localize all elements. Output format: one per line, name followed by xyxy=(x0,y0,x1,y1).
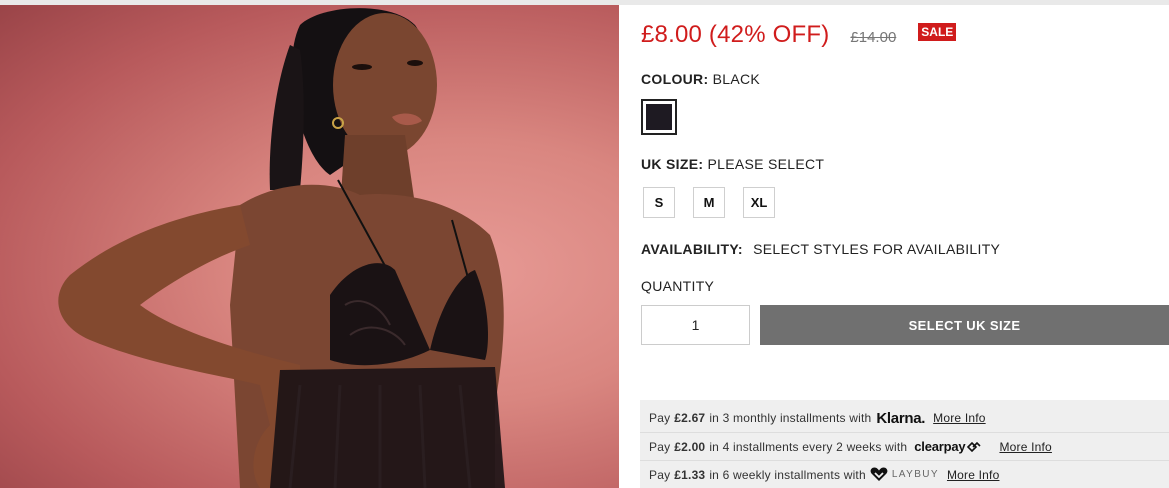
colour-label: COLOUR: BLACK xyxy=(641,71,760,87)
size-option-s[interactable]: S xyxy=(643,187,675,218)
product-image[interactable] xyxy=(0,5,619,488)
availability-label-key: AVAILABILITY: xyxy=(641,241,743,257)
colour-swatch-black[interactable] xyxy=(641,99,677,135)
size-label-key: UK SIZE: xyxy=(641,156,704,172)
pay-amount: £2.67 xyxy=(674,411,706,425)
clearpay-logo-text: clearpay xyxy=(914,439,966,454)
pay-prefix: Pay xyxy=(649,439,671,454)
laybuy-more-info-link[interactable]: More Info xyxy=(947,468,1000,482)
klarna-logo: Klarna. xyxy=(876,409,926,427)
original-price: £14.00 xyxy=(850,28,897,46)
model-illustration xyxy=(58,8,505,488)
klarna-more-info-link[interactable]: More Info xyxy=(933,411,986,425)
pay-amount: £1.33 xyxy=(674,467,706,482)
size-option-m[interactable]: M xyxy=(693,187,725,218)
payment-option-klarna: Pay £2.67 in 3 monthly installments with… xyxy=(640,404,1169,432)
size-options: S M XL xyxy=(643,187,775,218)
swatch-fill xyxy=(646,104,672,130)
payment-option-laybuy: Pay £1.33 in 6 weekly installments with … xyxy=(640,460,1169,488)
product-details-panel: £8.00 (42% OFF) £14.00 SALE COLOUR: BLAC… xyxy=(640,5,1169,488)
payment-options-box: Pay £2.67 in 3 monthly installments with… xyxy=(640,400,1169,488)
sale-badge: SALE xyxy=(918,23,957,41)
availability-value: SELECT STYLES FOR AVAILABILITY xyxy=(753,241,1001,257)
pay-prefix: Pay xyxy=(649,411,671,425)
colour-label-value: BLACK xyxy=(712,71,761,87)
clearpay-more-info-link[interactable]: More Info xyxy=(999,440,1052,454)
current-price: £8.00 (42% OFF) xyxy=(641,21,830,48)
size-label: UK SIZE: PLEASE SELECT xyxy=(641,156,824,172)
laybuy-heart-icon xyxy=(870,467,888,481)
colour-label-key: COLOUR: xyxy=(641,71,709,87)
clearpay-logo: clearpay xyxy=(914,439,982,454)
size-option-xl[interactable]: XL xyxy=(743,187,775,218)
pay-prefix: Pay xyxy=(649,467,671,482)
clearpay-arrows-icon xyxy=(967,441,982,452)
pay-text: in 4 installments every 2 weeks with xyxy=(709,439,908,454)
quantity-label: QUANTITY xyxy=(641,278,715,294)
pay-text: in 3 monthly installments with xyxy=(709,411,872,425)
size-label-value: PLEASE SELECT xyxy=(707,156,825,172)
quantity-input[interactable] xyxy=(641,305,750,345)
payment-option-clearpay: Pay £2.00 in 4 installments every 2 week… xyxy=(640,432,1169,460)
price-row: £8.00 (42% OFF) £14.00 SALE xyxy=(641,19,957,51)
pay-text: in 6 weekly installments with xyxy=(709,467,866,482)
select-size-button[interactable]: SELECT UK SIZE xyxy=(760,305,1169,345)
availability-label: AVAILABILITY: SELECT STYLES FOR AVAILABI… xyxy=(641,241,1000,257)
pay-amount: £2.00 xyxy=(674,439,706,454)
laybuy-logo-text: LAYBUY xyxy=(891,469,939,480)
laybuy-logo: LAYBUY xyxy=(870,467,939,482)
